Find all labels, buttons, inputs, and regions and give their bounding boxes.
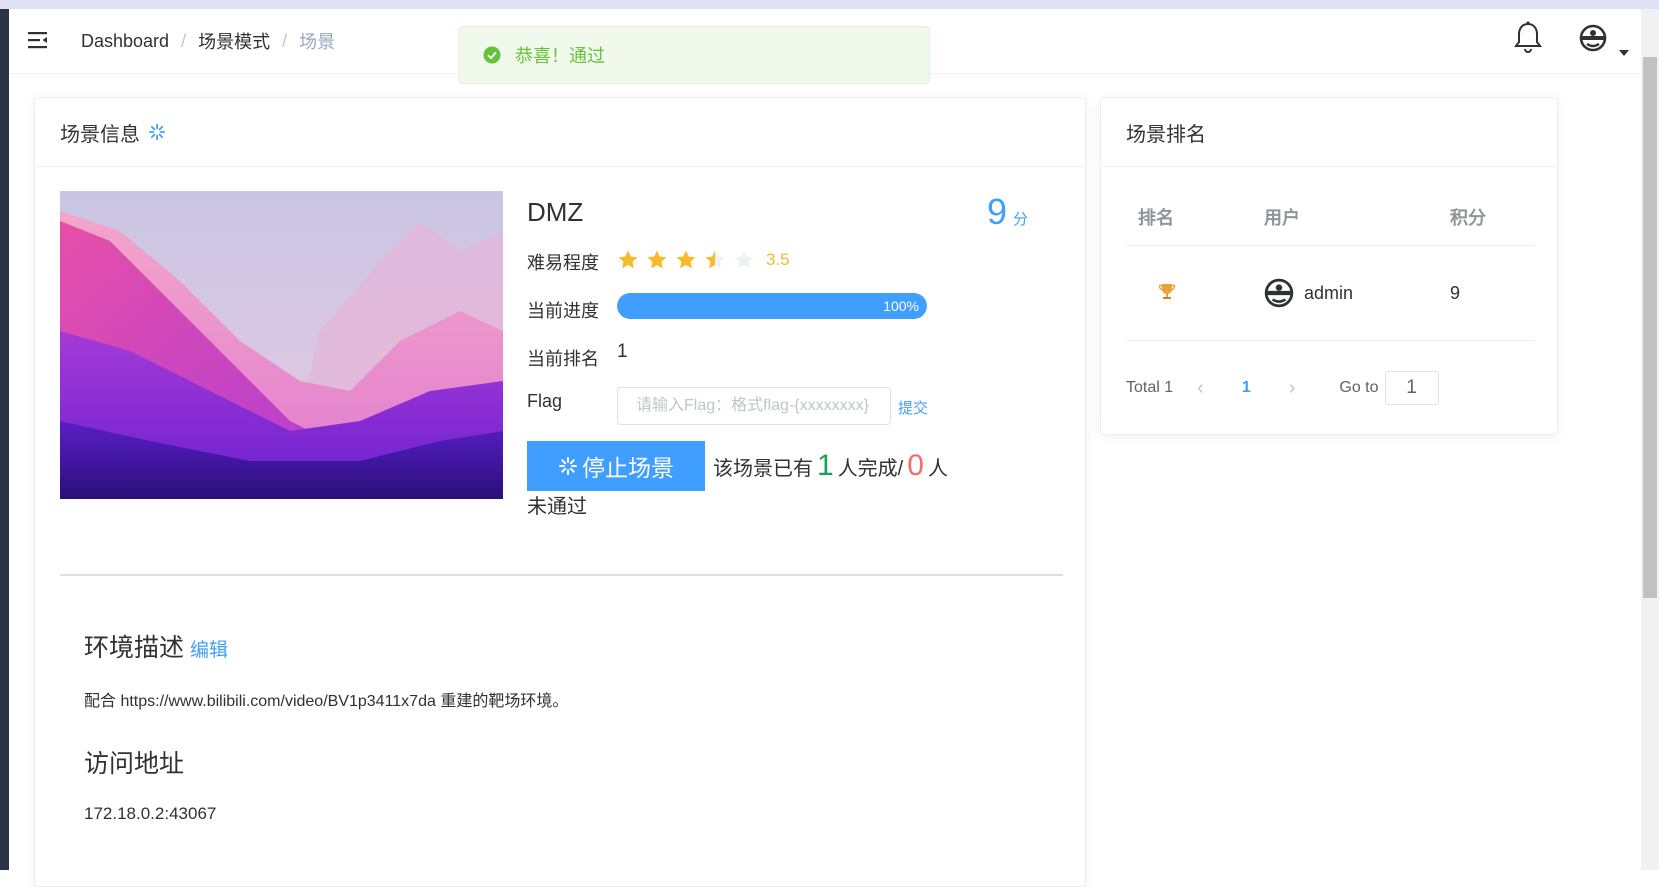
edit-description-link[interactable]: 编辑 <box>190 640 228 661</box>
star-icon[interactable] <box>675 249 697 271</box>
description-section-title: 环境描述 编辑 <box>84 628 228 664</box>
ranking-table: 排名 用户 积分 admin 9 <box>1126 189 1534 341</box>
user-name: admin <box>1304 282 1354 303</box>
section-divider <box>60 574 1063 576</box>
loading-icon <box>148 123 166 141</box>
breadcrumb-current: 场景 <box>299 32 336 52</box>
stop-scene-button[interactable]: 停止场景 <box>527 441 705 491</box>
rank-cell <box>1126 245 1263 341</box>
rank-label: 当前排名 <box>527 349 599 369</box>
progress-bar: 100% <box>617 293 927 319</box>
pagination-total: Total 1 <box>1126 379 1174 396</box>
access-title: 访问地址 <box>84 750 185 778</box>
progress-text: 100% <box>883 298 919 314</box>
hamburger-icon[interactable] <box>27 29 49 51</box>
flag-input[interactable] <box>617 387 891 425</box>
ranking-title: 场景排名 <box>1126 123 1206 146</box>
breadcrumb-separator: / <box>282 30 288 51</box>
check-circle-icon <box>483 46 501 64</box>
star-icon[interactable] <box>733 249 755 271</box>
stat-mid: 人完成/ <box>837 458 904 480</box>
scene-cover-image <box>60 191 503 499</box>
goto-label: Go to <box>1339 379 1379 396</box>
goto-page-input[interactable] <box>1384 371 1439 405</box>
stat-prefix: 该场景已有 <box>713 458 813 480</box>
scene-score: 9分 <box>987 191 1028 233</box>
score-value: 9 <box>987 191 1008 232</box>
star-icon[interactable] <box>617 249 639 271</box>
progress-fill: 100% <box>617 293 927 319</box>
breadcrumb-separator: / <box>181 30 187 51</box>
breadcrumb-dashboard[interactable]: Dashboard <box>81 31 169 52</box>
star-icon[interactable] <box>704 249 726 271</box>
rank-value: 1 <box>617 341 628 362</box>
column-header-points: 积分 <box>1449 189 1534 246</box>
scene-name: DMZ <box>527 197 584 227</box>
pagination-page[interactable]: 1 <box>1242 379 1251 397</box>
scene-info-card: 场景信息 DMZ 9 分 难易程度 3.5 当前进度 100% 当前排名 1 F… <box>34 97 1086 887</box>
breadcrumb: Dashboard / 场景模式 / 场景 <box>81 9 335 73</box>
score-unit: 分 <box>1013 211 1029 228</box>
user-avatar-icon <box>1264 278 1294 308</box>
ranking-header: 场景排名 <box>1101 98 1557 167</box>
difficulty-rating: 3.5 <box>617 249 790 271</box>
star-icon[interactable] <box>646 249 668 271</box>
points-cell: 9 <box>1449 245 1534 341</box>
scene-info-header: 场景信息 <box>35 98 1085 167</box>
progress-label: 当前进度 <box>527 301 599 321</box>
scene-info-title: 场景信息 <box>60 123 140 146</box>
trophy-icon <box>1158 283 1176 299</box>
access-address: 172.18.0.2:43067 <box>84 804 217 823</box>
column-header-user: 用户 <box>1263 189 1449 246</box>
description-title: 环境描述 <box>84 634 185 662</box>
scrollbar-thumb[interactable] <box>1643 57 1657 598</box>
bell-icon[interactable] <box>1513 21 1543 55</box>
completed-count: 1 <box>817 449 834 482</box>
breadcrumb-scene-mode[interactable]: 场景模式 <box>198 28 270 54</box>
message-text: 恭喜！通过 <box>515 46 605 66</box>
pagination: Total 1 ‹ 1 › Go to <box>1126 370 1439 406</box>
chevron-left-icon[interactable]: ‹ <box>1197 377 1204 400</box>
stop-scene-label: 停止场景 <box>582 455 674 481</box>
success-message: 恭喜！通过 <box>458 26 930 84</box>
column-header-rank: 排名 <box>1126 189 1263 246</box>
top-strip <box>0 0 1659 9</box>
description-text: 配合 https://www.bilibili.com/video/BV1p34… <box>84 693 569 710</box>
scrollbar[interactable] <box>1641 9 1659 870</box>
flag-label: Flag <box>527 391 563 411</box>
chevron-right-icon[interactable]: › <box>1289 377 1296 400</box>
loading-icon <box>559 457 577 475</box>
table-row: admin 9 <box>1126 245 1534 341</box>
ranking-card: 场景排名 排名 用户 积分 admin 9 Total 1 ‹ 1 › Go t… <box>1100 97 1558 435</box>
ranking-header-row: 排名 用户 积分 <box>1126 189 1534 246</box>
sidebar-edge <box>0 9 9 870</box>
chevron-down-icon[interactable] <box>1619 50 1629 56</box>
difficulty-label: 难易程度 <box>527 253 599 273</box>
user-cell: admin <box>1263 245 1449 341</box>
submit-flag-link[interactable]: 提交 <box>898 397 928 418</box>
rating-text: 3.5 <box>766 250 790 269</box>
user-avatar-icon[interactable] <box>1579 24 1607 52</box>
failed-count: 0 <box>907 449 924 482</box>
